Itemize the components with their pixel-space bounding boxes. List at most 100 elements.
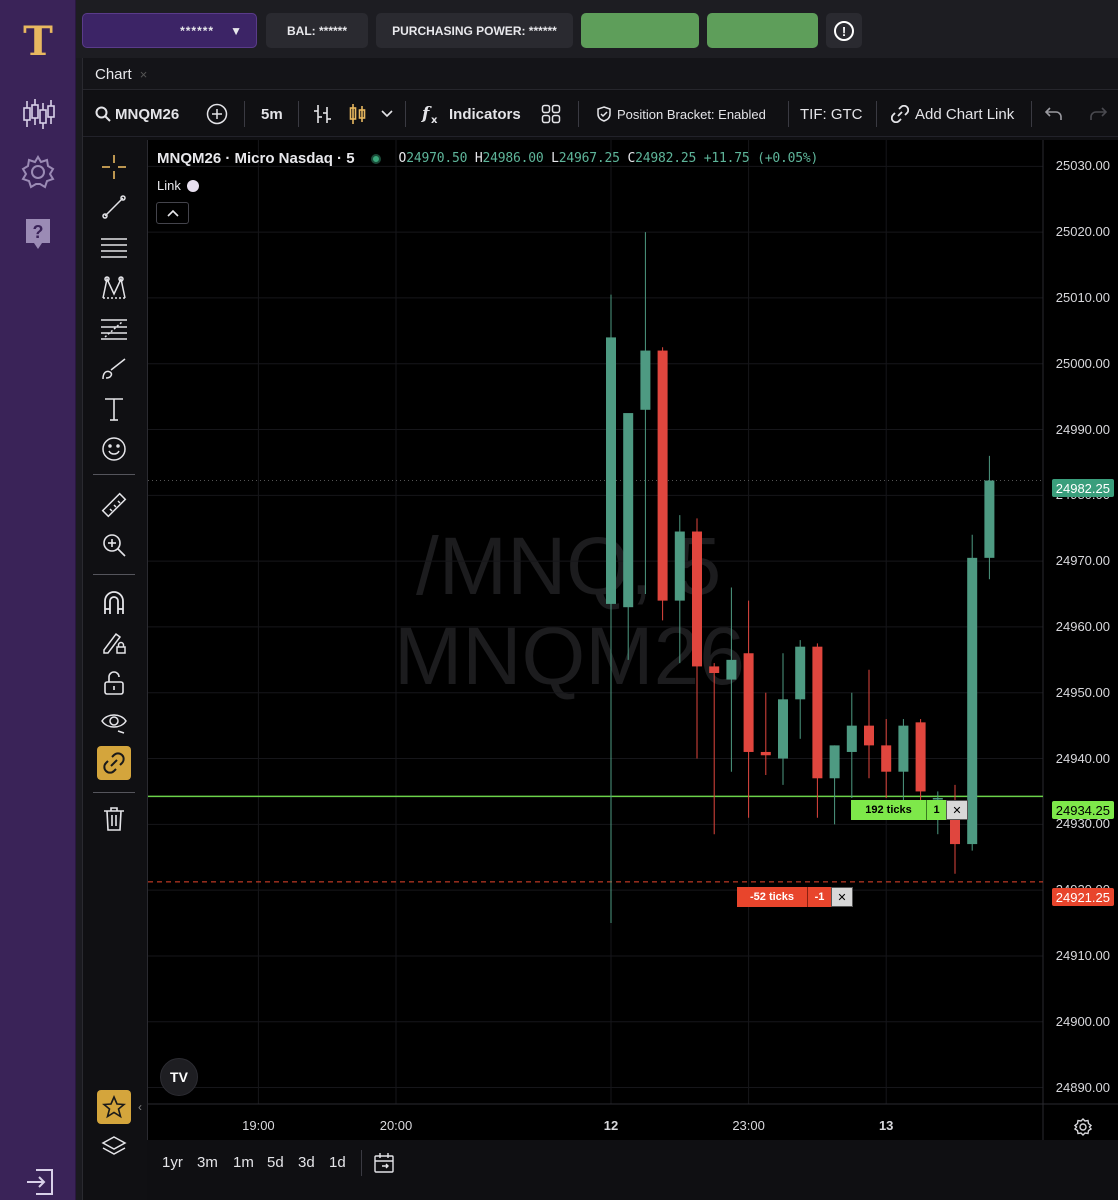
- text-icon[interactable]: [97, 392, 131, 426]
- stop-order-tag[interactable]: -52 ticks -1 ✕: [737, 887, 853, 907]
- search-icon: [95, 106, 111, 122]
- tab-close-icon[interactable]: ×: [140, 67, 148, 82]
- price-axis-label: 25000.00: [1055, 355, 1110, 371]
- tradingview-logo[interactable]: TV: [160, 1058, 198, 1096]
- candle-body: [606, 337, 616, 604]
- stop-ticks[interactable]: -52 ticks: [737, 887, 807, 907]
- lock-drawing-icon[interactable]: [97, 626, 131, 660]
- candle-body: [778, 699, 788, 759]
- time-axis-label: 20:00: [379, 1118, 413, 1133]
- drawing-toolbar: ‹: [83, 138, 147, 1200]
- trash-icon[interactable]: [97, 802, 131, 836]
- brush-icon[interactable]: [97, 352, 131, 386]
- range-1d[interactable]: 1d: [329, 1154, 346, 1171]
- open-value: 24970.50: [406, 151, 468, 166]
- price-axis-label: 25030.00: [1055, 158, 1110, 174]
- link-color-dot: [186, 179, 199, 192]
- crosshair-icon[interactable]: [97, 150, 131, 184]
- low-label: L: [551, 151, 559, 166]
- trend-line-icon[interactable]: [97, 190, 131, 224]
- range-3d[interactable]: 3d: [298, 1154, 315, 1171]
- chart-canvas[interactable]: [148, 140, 1118, 1140]
- zoom-in-icon[interactable]: [97, 528, 131, 562]
- toolbar-divider: [405, 101, 406, 127]
- legend-collapse-button[interactable]: [156, 202, 189, 224]
- range-bar: 1yr 3m 1m 5d 3d 1d: [147, 1140, 1118, 1188]
- candle-body: [829, 745, 840, 779]
- candles-icon[interactable]: [18, 94, 58, 134]
- range-divider: [361, 1150, 362, 1176]
- candle-body: [881, 745, 892, 772]
- svg-text:x: x: [431, 115, 438, 125]
- tif-button[interactable]: TIF: GTC: [800, 91, 863, 137]
- sync-link-icon[interactable]: [97, 746, 131, 780]
- add-chart-link-button[interactable]: Add Chart Link: [891, 91, 1014, 137]
- undo-icon[interactable]: [1045, 91, 1063, 137]
- market-status-dot: [370, 153, 381, 164]
- fib-retracement-icon[interactable]: [97, 312, 131, 346]
- horizontal-lines-icon[interactable]: [97, 230, 131, 264]
- drawbar-collapse-icon[interactable]: ‹: [138, 1100, 142, 1114]
- price-chart[interactable]: /MNQ, 5 MNQM26 MNQM26 · Micro Nasdaq · 5…: [147, 140, 1118, 1140]
- price-axis-label: 24960.00: [1055, 618, 1110, 634]
- last-price-tag: 24982.25: [1051, 479, 1114, 497]
- alert-icon: !: [834, 20, 854, 41]
- tab-chart[interactable]: Chart ×: [85, 58, 149, 90]
- chart-settings-icon[interactable]: [1073, 1118, 1093, 1141]
- unlock-icon[interactable]: [97, 666, 131, 700]
- toolbar-divider: [298, 101, 299, 127]
- interval-button[interactable]: 5m: [261, 91, 283, 137]
- green-action-button-1[interactable]: [581, 13, 699, 48]
- chart-legend: MNQM26 · Micro Nasdaq · 5 O24970.50 H249…: [157, 150, 818, 167]
- magnet-icon[interactable]: [97, 586, 131, 620]
- green-action-button-2[interactable]: [707, 13, 818, 48]
- symbol-search[interactable]: MNQM26: [95, 91, 179, 137]
- eye-icon[interactable]: [97, 706, 131, 740]
- emoji-icon[interactable]: [97, 432, 131, 466]
- help-icon[interactable]: ?: [18, 214, 58, 254]
- ruler-icon[interactable]: [97, 488, 131, 522]
- toolbar-divider: [788, 101, 789, 127]
- close-label: C: [627, 151, 636, 166]
- position-bracket-button[interactable]: Position Bracket: Enabled: [597, 91, 766, 137]
- drawbar-divider: [93, 792, 135, 793]
- stop-close-icon[interactable]: ✕: [831, 887, 853, 907]
- alert-button[interactable]: !: [826, 13, 862, 48]
- candle-body: [692, 531, 702, 667]
- bar-style-icon[interactable]: [313, 91, 333, 137]
- candles-style-icon[interactable]: [349, 91, 367, 137]
- logout-icon[interactable]: [20, 1162, 60, 1200]
- layers-icon[interactable]: [97, 1130, 131, 1164]
- redo-icon[interactable]: [1089, 91, 1107, 137]
- account-value: ******: [180, 23, 215, 38]
- range-1m[interactable]: 1m: [233, 1154, 254, 1171]
- pattern-icon[interactable]: [97, 272, 131, 306]
- indicators-button[interactable]: fx Indicators: [421, 91, 521, 137]
- tab-strip: Chart ×: [83, 58, 1118, 90]
- tab-chart-label: Chart: [95, 65, 132, 83]
- price-axis-label: 24910.00: [1055, 947, 1110, 963]
- target-qty[interactable]: 1: [926, 800, 946, 820]
- brand-logo[interactable]: T: [18, 22, 58, 62]
- target-order-tag[interactable]: 192 ticks 1 ✕: [851, 800, 968, 820]
- layout-grid-icon[interactable]: [541, 91, 561, 137]
- toolbar-divider: [244, 101, 245, 127]
- date-range-icon[interactable]: [373, 1152, 395, 1179]
- target-ticks[interactable]: 192 ticks: [851, 800, 926, 820]
- target-price-tag: 24934.25: [1051, 801, 1114, 819]
- chart-type-chevron-icon[interactable]: [381, 91, 393, 137]
- range-1yr[interactable]: 1yr: [162, 1154, 183, 1171]
- stop-qty[interactable]: -1: [807, 887, 831, 907]
- account-selector[interactable]: ****** ▼: [82, 13, 257, 48]
- price-axis-label: 25020.00: [1055, 224, 1110, 240]
- favorites-star-icon[interactable]: [97, 1090, 131, 1124]
- range-5d[interactable]: 5d: [267, 1154, 284, 1171]
- symbol-label: MNQM26: [115, 105, 180, 123]
- gear-icon[interactable]: [18, 152, 58, 192]
- target-close-icon[interactable]: ✕: [946, 800, 968, 820]
- range-3m[interactable]: 3m: [197, 1154, 218, 1171]
- candle-body: [898, 725, 909, 772]
- candle-body: [726, 659, 737, 680]
- compare-button[interactable]: [206, 91, 228, 137]
- link-indicator[interactable]: Link: [157, 178, 199, 193]
